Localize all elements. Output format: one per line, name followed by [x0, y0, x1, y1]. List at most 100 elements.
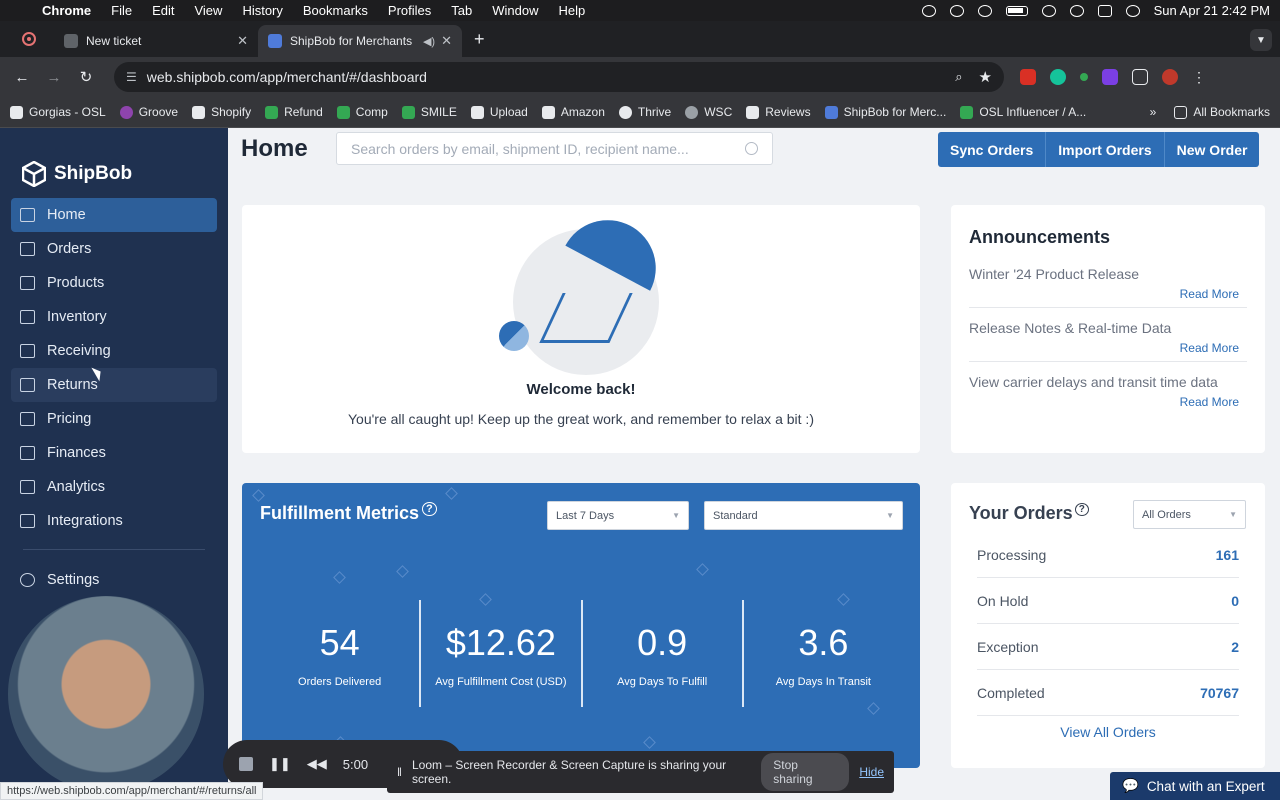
menu-tab[interactable]: Tab [451, 3, 472, 18]
tab-search-chevron-icon[interactable]: ▼ [1250, 29, 1272, 51]
orders-row-on-hold[interactable]: On Hold 0 [977, 578, 1239, 624]
sidebar-item-home[interactable]: Home [11, 198, 217, 232]
extension-icon[interactable] [1102, 69, 1118, 85]
orders-row-count[interactable]: 0 [1231, 593, 1239, 609]
bookmark-item[interactable]: Gorgias - OSL [10, 105, 106, 119]
tab-new-ticket[interactable]: New ticket ✕ [54, 25, 258, 57]
stop-sharing-button[interactable]: Stop sharing [761, 753, 850, 791]
orders-row-completed[interactable]: Completed 70767 [977, 670, 1239, 716]
orders-filter-select[interactable]: All Orders ▼ [1133, 500, 1246, 529]
chat-with-expert-button[interactable]: 💬 Chat with an Expert [1110, 772, 1280, 800]
address-bar[interactable]: ☰ web.shipbob.com/app/merchant/#/dashboa… [114, 62, 1004, 92]
fulfillment-metrics-card: Fulfillment Metrics? Last 7 Days ▼ Stand… [242, 483, 920, 768]
speaker-icon[interactable]: ◀) [423, 35, 435, 48]
url-text[interactable]: web.shipbob.com/app/merchant/#/dashboard [147, 69, 956, 85]
close-icon[interactable]: ✕ [441, 33, 452, 49]
new-order-button[interactable]: New Order [1165, 132, 1260, 167]
status-dot-icon[interactable] [1080, 73, 1088, 81]
spotlight-icon[interactable] [1069, 4, 1084, 17]
siri-icon[interactable] [1125, 4, 1140, 17]
forward-arrow-icon[interactable]: → [42, 69, 66, 86]
sync-orders-button[interactable]: Sync Orders [938, 132, 1047, 167]
bookmark-item[interactable]: WSC [685, 105, 732, 119]
extension-badge-icon[interactable] [1020, 69, 1036, 85]
read-more-link[interactable]: Read More [969, 395, 1247, 409]
bookmark-item[interactable]: Amazon [541, 105, 605, 119]
profile-avatar[interactable] [1162, 69, 1178, 85]
date-range-select[interactable]: Last 7 Days ▼ [547, 501, 689, 530]
reload-icon[interactable]: ↻ [74, 68, 98, 86]
drag-handle-icon[interactable]: ‖ [397, 765, 402, 779]
sidebar-item-analytics[interactable]: Analytics [11, 470, 217, 504]
creative-cloud-icon[interactable] [921, 4, 936, 17]
bookmark-item[interactable]: Shopify [192, 105, 251, 119]
stop-recording-icon[interactable] [239, 757, 253, 771]
orders-row-exception[interactable]: Exception 2 [977, 624, 1239, 670]
menu-window[interactable]: Window [492, 3, 538, 18]
menu-file[interactable]: File [111, 3, 132, 18]
grammarly-icon[interactable] [1050, 69, 1066, 85]
bookmark-item[interactable]: SMILE [401, 105, 457, 119]
read-more-link[interactable]: Read More [969, 287, 1247, 301]
orders-row-count[interactable]: 70767 [1200, 685, 1239, 701]
bookmark-item[interactable]: Refund [265, 105, 323, 119]
import-orders-button[interactable]: Import Orders [1046, 132, 1165, 167]
help-icon[interactable]: ? [422, 502, 437, 516]
back-arrow-icon[interactable]: ← [10, 69, 34, 86]
tab-shipbob[interactable]: ShipBob for Merchants ◀) ✕ [258, 25, 462, 57]
sidebar-item-products[interactable]: Products [11, 266, 217, 300]
site-info-icon[interactable]: ☰ [126, 70, 137, 84]
pause-icon[interactable]: ❚❚ [269, 756, 291, 772]
bookmark-item[interactable]: Thrive [618, 105, 671, 119]
menu-view[interactable]: View [194, 3, 222, 18]
sidebar-item-integrations[interactable]: Integrations [11, 504, 217, 538]
view-all-orders-link[interactable]: View All Orders [969, 724, 1247, 740]
orders-row-count[interactable]: 161 [1216, 547, 1239, 563]
bookmark-star-icon[interactable]: ★ [979, 68, 992, 86]
hide-banner-link[interactable]: Hide [859, 765, 884, 779]
menu-help[interactable]: Help [559, 3, 586, 18]
new-tab-button[interactable]: + [474, 29, 485, 50]
brand[interactable]: ShipBob [0, 128, 228, 198]
all-bookmarks[interactable]: All Bookmarks [1174, 105, 1270, 119]
menu-profiles[interactable]: Profiles [388, 3, 431, 18]
control-center-icon[interactable] [1097, 4, 1112, 17]
rewind-icon[interactable]: ◀◀ [307, 756, 327, 772]
search-input[interactable]: Search orders by email, shipment ID, rec… [336, 132, 773, 165]
sidebar-item-pricing[interactable]: Pricing [11, 402, 217, 436]
search-icon[interactable] [745, 142, 758, 155]
read-more-link[interactable]: Read More [969, 341, 1247, 355]
sidebar-item-inventory[interactable]: Inventory [11, 300, 217, 334]
webcam-bubble[interactable] [8, 596, 204, 792]
battery-icon[interactable] [1005, 5, 1028, 16]
user-icon[interactable] [977, 4, 992, 17]
help-icon[interactable]: ? [1074, 503, 1089, 516]
puzzle-icon[interactable] [1132, 69, 1148, 85]
sidebar-item-returns[interactable]: Returns [11, 368, 217, 402]
bookmark-item[interactable]: Groove [119, 105, 178, 119]
menu-app[interactable]: Chrome [42, 3, 91, 18]
sidebar-item-orders[interactable]: Orders [11, 232, 217, 266]
bookmark-item[interactable]: OSL Influencer / A... [960, 105, 1086, 119]
zoom-icon[interactable]: ⌕ [955, 69, 962, 85]
bookmark-item[interactable]: Upload [470, 105, 528, 119]
sidebar-item-settings[interactable]: Settings [11, 563, 217, 597]
orders-row-processing[interactable]: Processing 161 [977, 532, 1239, 578]
menu-bookmarks[interactable]: Bookmarks [303, 3, 368, 18]
wifi-icon[interactable] [1041, 4, 1056, 17]
menu-history[interactable]: History [242, 3, 282, 18]
bookmark-item[interactable]: Reviews [746, 105, 811, 119]
menu-edit[interactable]: Edit [152, 3, 174, 18]
orders-row-count[interactable]: 2 [1231, 639, 1239, 655]
record-icon[interactable] [22, 32, 36, 46]
more-bookmarks-chevron-icon[interactable]: » [1150, 105, 1157, 119]
kebab-menu-icon[interactable]: ⋮ [1192, 69, 1206, 86]
sidebar-item-finances[interactable]: Finances [11, 436, 217, 470]
menu-clock[interactable]: Sun Apr 21 2:42 PM [1154, 3, 1270, 18]
service-level-select[interactable]: Standard ▼ [704, 501, 903, 530]
close-icon[interactable]: ✕ [237, 33, 248, 49]
bookmark-item[interactable]: ShipBob for Merc... [824, 105, 946, 119]
sidebar-item-receiving[interactable]: Receiving [11, 334, 217, 368]
bookmark-item[interactable]: Comp [336, 105, 388, 119]
play-icon[interactable] [949, 4, 964, 17]
